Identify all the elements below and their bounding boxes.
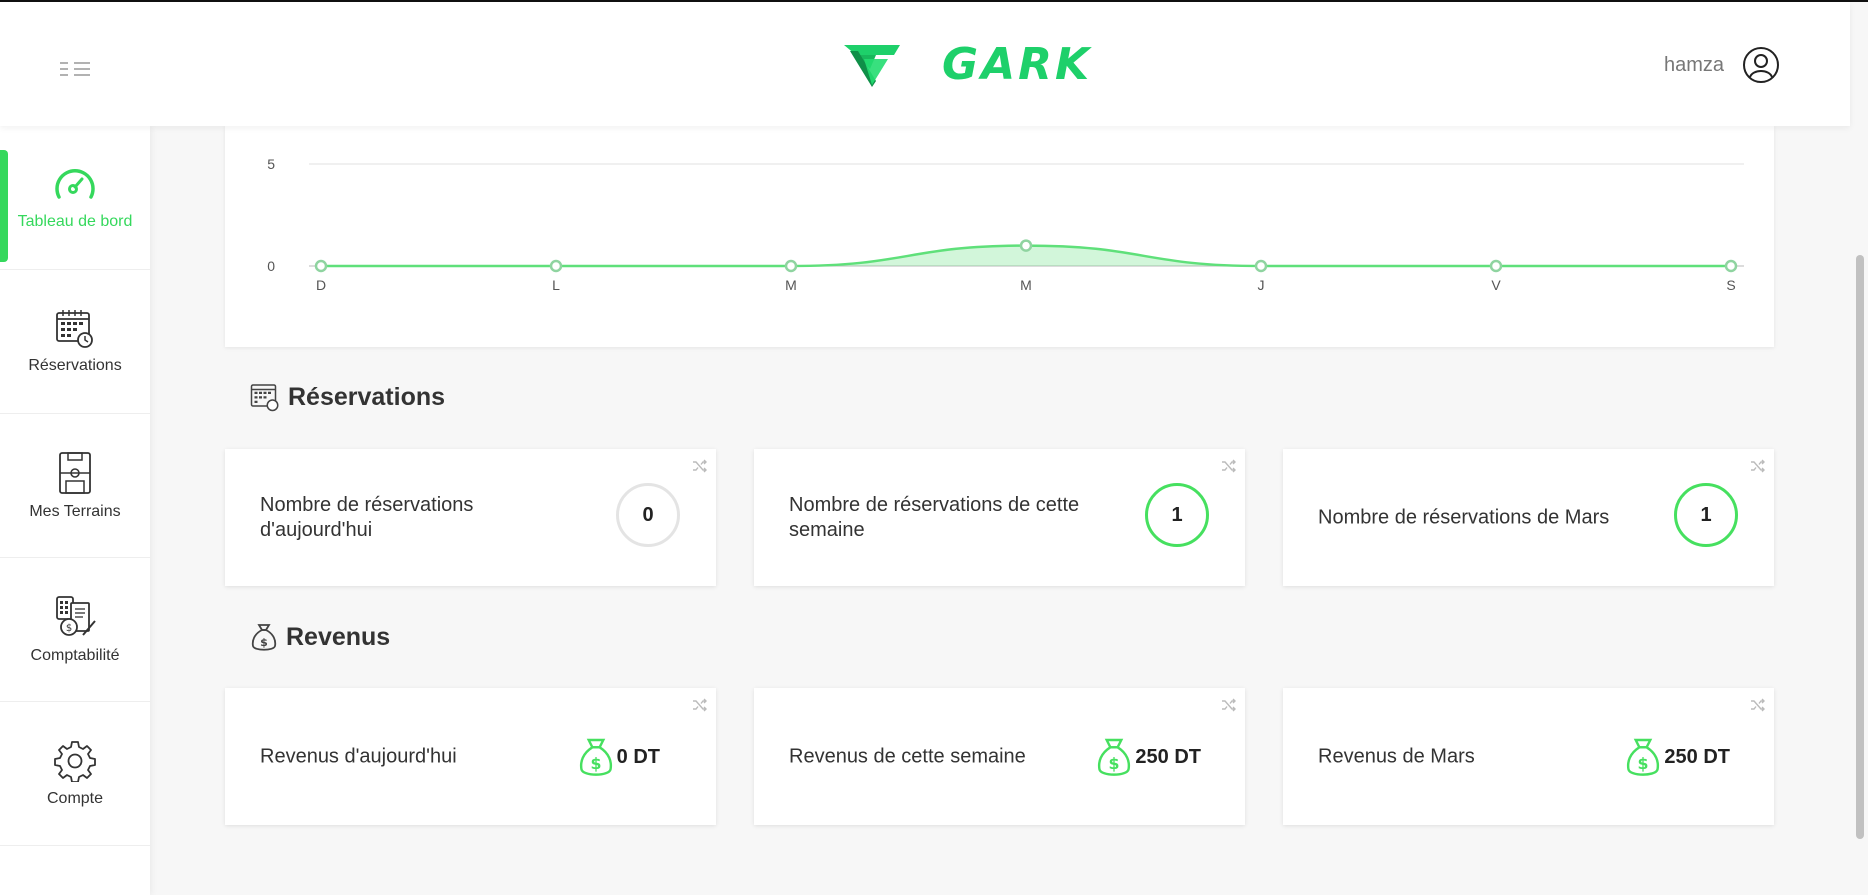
section-title-text: Revenus — [286, 622, 391, 651]
data-point — [549, 259, 563, 273]
dashboard-gauge-icon — [55, 168, 95, 199]
section-title-text: Réservations — [288, 382, 446, 411]
user-name: hamza — [1663, 53, 1724, 76]
sidebar-item-label: Comptabilité — [30, 646, 120, 664]
sidebar-item-label: Réservations — [28, 356, 122, 374]
reservation-card-today: Nombre de réservations d'aujourd'hui 0 — [225, 449, 716, 586]
revenue-value: 250 DT — [1664, 745, 1730, 768]
reservation-card-month: Nombre de réservations de Mars 1 — [1283, 449, 1774, 586]
x-tick-label: D — [316, 277, 326, 293]
shuffle-icon[interactable] — [1750, 459, 1766, 473]
sidebar-item-label: Mes Terrains — [29, 502, 121, 520]
brand-mark-icon — [844, 45, 900, 87]
x-tick-label: M — [785, 277, 797, 293]
data-point — [784, 259, 798, 273]
revenue-card-month: Revenus de Mars $ 250 DT — [1283, 688, 1774, 825]
sidebar: Tableau de bord Réservations Mes Terrain… — [0, 126, 150, 895]
money-bag-icon: $ — [251, 624, 277, 651]
data-point — [1019, 239, 1033, 252]
sidebar-item-reservations[interactable]: Réservations — [0, 270, 150, 414]
x-tick-label: S — [1726, 277, 1735, 293]
shuffle-icon[interactable] — [1221, 698, 1237, 712]
revenue-amount: $ 250 DT — [1097, 736, 1201, 778]
count-circle: 0 — [616, 483, 680, 547]
x-tick-label: L — [552, 277, 560, 293]
shuffle-icon[interactable] — [692, 459, 708, 473]
gear-icon — [54, 740, 96, 782]
svg-text:$: $ — [66, 623, 72, 634]
menu-toggle-icon[interactable] — [58, 58, 92, 80]
x-tick-label: M — [1020, 277, 1032, 293]
revenue-value: 0 DT — [616, 745, 660, 768]
count-circle: 1 — [1674, 483, 1738, 547]
sidebar-item-comptabilite[interactable]: $ Comptabilité — [0, 558, 150, 702]
count-circle: 1 — [1145, 483, 1209, 547]
money-bag-icon: $ — [1627, 738, 1660, 776]
sidebar-item-label: Tableau de bord — [17, 212, 133, 230]
user-menu[interactable]: hamza — [1664, 46, 1780, 84]
sidebar-item-label: Compte — [46, 789, 104, 807]
card-label: Nombre de réservations de cette semaine — [789, 493, 1080, 541]
calendar-icon — [56, 309, 93, 348]
reservation-card-week: Nombre de réservations de cette semaine … — [754, 449, 1245, 586]
shuffle-icon[interactable] — [1750, 698, 1766, 712]
x-tick-label: V — [1491, 277, 1501, 293]
revenus-section-title: $ Revenus — [250, 621, 390, 653]
brand-name: GARK — [942, 38, 1093, 90]
revenue-amount: $ 250 DT — [1626, 736, 1730, 778]
shuffle-icon[interactable] — [692, 698, 708, 712]
data-point — [1724, 259, 1738, 273]
money-bag-icon: $ — [1098, 738, 1131, 776]
svg-text:$: $ — [1109, 754, 1120, 773]
user-avatar-icon[interactable] — [1742, 46, 1780, 84]
shuffle-icon[interactable] — [1221, 459, 1237, 473]
y-tick-label: 0 — [267, 258, 275, 274]
money-bag-icon: $ — [579, 738, 612, 776]
data-point — [1489, 259, 1503, 273]
brand-logo[interactable]: GARK — [842, 36, 1092, 92]
weekly-reservations-chart: 0 5 D L M M J V S — [267, 156, 1744, 293]
revenue-value: 250 DT — [1135, 745, 1201, 768]
sidebar-item-dashboard[interactable]: Tableau de bord — [0, 126, 150, 270]
card-label: Revenus de Mars — [1318, 745, 1475, 767]
card-label: Revenus d'aujourd'hui — [260, 745, 457, 767]
page-scrollbar[interactable] — [1856, 255, 1864, 839]
active-indicator — [0, 150, 8, 262]
football-field-icon — [59, 451, 91, 494]
svg-text:$: $ — [1638, 754, 1649, 773]
svg-text:$: $ — [260, 636, 268, 649]
revenue-card-today: Revenus d'aujourd'hui $ 0 DT — [225, 688, 716, 825]
data-point — [1254, 259, 1268, 273]
x-tick-label: J — [1258, 277, 1265, 293]
accounting-icon: $ — [56, 595, 96, 636]
sidebar-item-terrains[interactable]: Mes Terrains — [0, 414, 150, 558]
sidebar-item-compte[interactable]: Compte — [0, 702, 150, 846]
top-header: GARK hamza — [0, 2, 1850, 126]
reservations-section-title: Réservations — [250, 382, 445, 412]
data-point — [314, 259, 328, 273]
svg-text:$: $ — [590, 754, 601, 773]
calendar-icon — [250, 384, 279, 412]
weekly-chart-card: 0 5 D L M M J V S — [225, 126, 1774, 347]
revenue-card-week: Revenus de cette semaine $ 250 DT — [754, 688, 1245, 825]
card-label: Revenus de cette semaine — [789, 745, 1026, 767]
y-tick-label: 5 — [267, 156, 275, 172]
card-label: Nombre de réservations d'aujourd'hui — [260, 493, 474, 541]
revenue-amount: $ 0 DT — [579, 736, 660, 778]
card-label: Nombre de réservations de Mars — [1318, 506, 1610, 528]
